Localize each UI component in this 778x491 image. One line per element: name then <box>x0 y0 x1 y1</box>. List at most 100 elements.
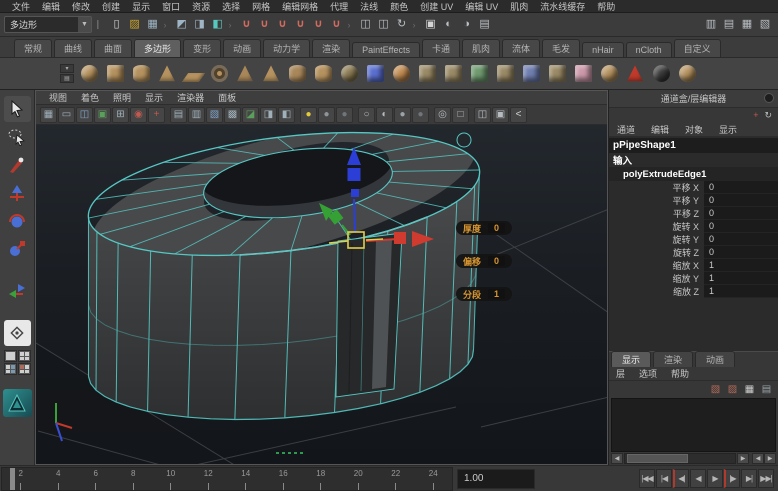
tool-settings-toggle-icon[interactable]: ▤ <box>720 16 738 34</box>
go-to-start-button[interactable]: |◀◀ <box>639 469 655 488</box>
shelf-tab[interactable]: 毛发 <box>542 39 580 57</box>
poly-plane-icon[interactable] <box>180 61 206 87</box>
shelf-tab[interactable]: PaintEffects <box>352 42 420 57</box>
shelf-tab[interactable]: 卡通 <box>422 39 460 57</box>
shelf-tab[interactable]: 动力学 <box>263 39 310 57</box>
render-view-icon[interactable]: ▣ <box>422 16 440 34</box>
shelf-tab[interactable]: 曲线 <box>54 39 92 57</box>
screen-space-ao-icon[interactable]: ● <box>336 107 353 123</box>
poly-torus-icon[interactable] <box>206 61 232 87</box>
layer-editor-menu-item[interactable]: 帮助 <box>664 367 696 380</box>
film-gate-icon[interactable]: ▭ <box>58 107 75 123</box>
last-tool-used[interactable] <box>4 278 31 304</box>
panel-menu-item[interactable]: 显示 <box>138 91 170 104</box>
scroll-right-icon[interactable]: ▶ <box>737 453 749 464</box>
grid-toggle-icon[interactable]: ▦ <box>40 107 57 123</box>
scale-tool[interactable] <box>4 236 31 262</box>
select-tool[interactable] <box>4 96 31 122</box>
shadows-icon[interactable]: ● <box>318 107 335 123</box>
panel-menu-item[interactable]: 视图 <box>42 91 74 104</box>
hud-offset[interactable]: 偏移 0 <box>456 254 512 268</box>
smooth-icon[interactable] <box>570 61 596 87</box>
menu-item[interactable]: 编辑 <box>36 0 66 13</box>
shelf-menu-icon[interactable]: ▤ <box>60 74 74 83</box>
shaded-icon[interactable]: ◐ <box>376 107 393 123</box>
safe-title-icon[interactable]: + <box>148 107 165 123</box>
channel-attribute-value[interactable]: 1 <box>704 285 778 298</box>
layout-four-pane-button[interactable] <box>18 350 31 362</box>
move-tool[interactable] <box>4 180 31 206</box>
layout-persp-outliner-button[interactable] <box>4 363 17 375</box>
menu-item[interactable]: 网格 <box>246 0 276 13</box>
poly-cylinder-icon[interactable] <box>128 61 154 87</box>
menu-item[interactable]: 窗口 <box>156 0 186 13</box>
snap-view-plane-icon[interactable]: ∪ <box>310 16 328 34</box>
poly-cube-icon[interactable] <box>102 61 128 87</box>
dark-sphere-icon[interactable] <box>648 61 674 87</box>
dock-icon[interactable] <box>764 93 774 103</box>
shelf-tab[interactable]: 动画 <box>223 39 261 57</box>
select-component-icon[interactable]: ◧ <box>209 16 227 34</box>
output-connections-icon[interactable]: ◫ <box>375 16 393 34</box>
step-forward-key-button[interactable]: ▶| <box>741 469 757 488</box>
xray-icon[interactable]: □ <box>452 107 469 123</box>
boolean-union-icon[interactable] <box>518 61 544 87</box>
scroll-track[interactable] <box>624 453 736 464</box>
hud-thickness-value[interactable]: 0 <box>488 223 505 233</box>
layout-single-pane-button[interactable] <box>4 350 17 362</box>
layout-custom-button[interactable] <box>18 363 31 375</box>
hud-offset-value[interactable]: 0 <box>488 256 505 266</box>
poly-helix-icon[interactable] <box>310 61 336 87</box>
shelf-tab[interactable]: 变形 <box>183 39 221 57</box>
menu-item[interactable]: 选择 <box>216 0 246 13</box>
bridge-icon[interactable] <box>492 61 518 87</box>
menu-item[interactable]: 肌肉 <box>504 0 534 13</box>
menu-item[interactable]: 流水线缓存 <box>534 0 591 13</box>
poly-sphere-icon[interactable] <box>76 61 102 87</box>
poly-cone-icon[interactable] <box>154 61 180 87</box>
menu-item[interactable]: 资源 <box>186 0 216 13</box>
go-to-end-button[interactable]: ▶▶| <box>758 469 774 488</box>
scroll-thumb[interactable] <box>627 454 688 463</box>
channel-attribute-value[interactable]: 0 <box>704 181 778 194</box>
panel-menu-item[interactable]: 照明 <box>106 91 138 104</box>
sequence-time-icon[interactable]: ◫ <box>474 107 491 123</box>
manipulator-y-box-handle[interactable] <box>348 168 361 181</box>
wireframe-icon[interactable]: ○ <box>358 107 375 123</box>
shelf-tab[interactable]: 多边形 <box>134 39 181 57</box>
stereo-camera-icon[interactable]: ◧ <box>278 107 295 123</box>
shelf-tab[interactable]: 常规 <box>14 39 52 57</box>
snap-projected-center-icon[interactable]: ∪ <box>292 16 310 34</box>
time-slider[interactable]: 24681012141618202224 <box>1 467 453 491</box>
shelf-tab[interactable]: 曲面 <box>94 39 132 57</box>
shelf-tab[interactable]: 自定义 <box>674 39 721 57</box>
shelf-tab[interactable]: 流体 <box>502 39 540 57</box>
hud-divisions-value[interactable]: 1 <box>488 289 505 299</box>
menu-item[interactable]: 创建 <box>96 0 126 13</box>
bookmarks-icon[interactable]: ▥ <box>188 107 205 123</box>
safe-action-icon[interactable]: ◉ <box>130 107 147 123</box>
play-forwards-button[interactable]: ▶ <box>707 469 723 488</box>
channel-attribute-value[interactable]: 0 <box>704 246 778 259</box>
grease-pencil-icon[interactable]: ◪ <box>242 107 259 123</box>
textured-icon[interactable]: ● <box>394 107 411 123</box>
layer-list[interactable] <box>611 398 776 453</box>
poly-pipe-icon[interactable] <box>284 61 310 87</box>
panel-menu-item[interactable]: 渲染器 <box>170 91 211 104</box>
channel-attribute-value[interactable]: 0 <box>704 207 778 220</box>
camera-view-icon[interactable]: ▣ <box>492 107 509 123</box>
new-empty-layer-icon[interactable]: ▧ <box>708 382 723 396</box>
recycle-icon[interactable]: ↻ <box>764 110 772 121</box>
hud-divisions[interactable]: 分段 1 <box>456 287 512 301</box>
menu-item[interactable]: 代理 <box>324 0 354 13</box>
channel-attribute-value[interactable]: 1 <box>704 272 778 285</box>
save-scene-icon[interactable]: ▦ <box>144 16 162 34</box>
field-chart-icon[interactable]: ⊞ <box>112 107 129 123</box>
layer-editor-menu-item[interactable]: 层 <box>609 367 632 380</box>
channel-box-toggle-icon[interactable]: ▦ <box>738 16 756 34</box>
red-cone-icon[interactable] <box>622 61 648 87</box>
shelf-tab[interactable]: nCloth <box>626 42 672 57</box>
hud-thickness[interactable]: 厚度 0 <box>456 221 512 235</box>
input-connections-icon[interactable]: ◫ <box>357 16 375 34</box>
chevron-down-icon[interactable]: ▼ <box>78 17 91 32</box>
